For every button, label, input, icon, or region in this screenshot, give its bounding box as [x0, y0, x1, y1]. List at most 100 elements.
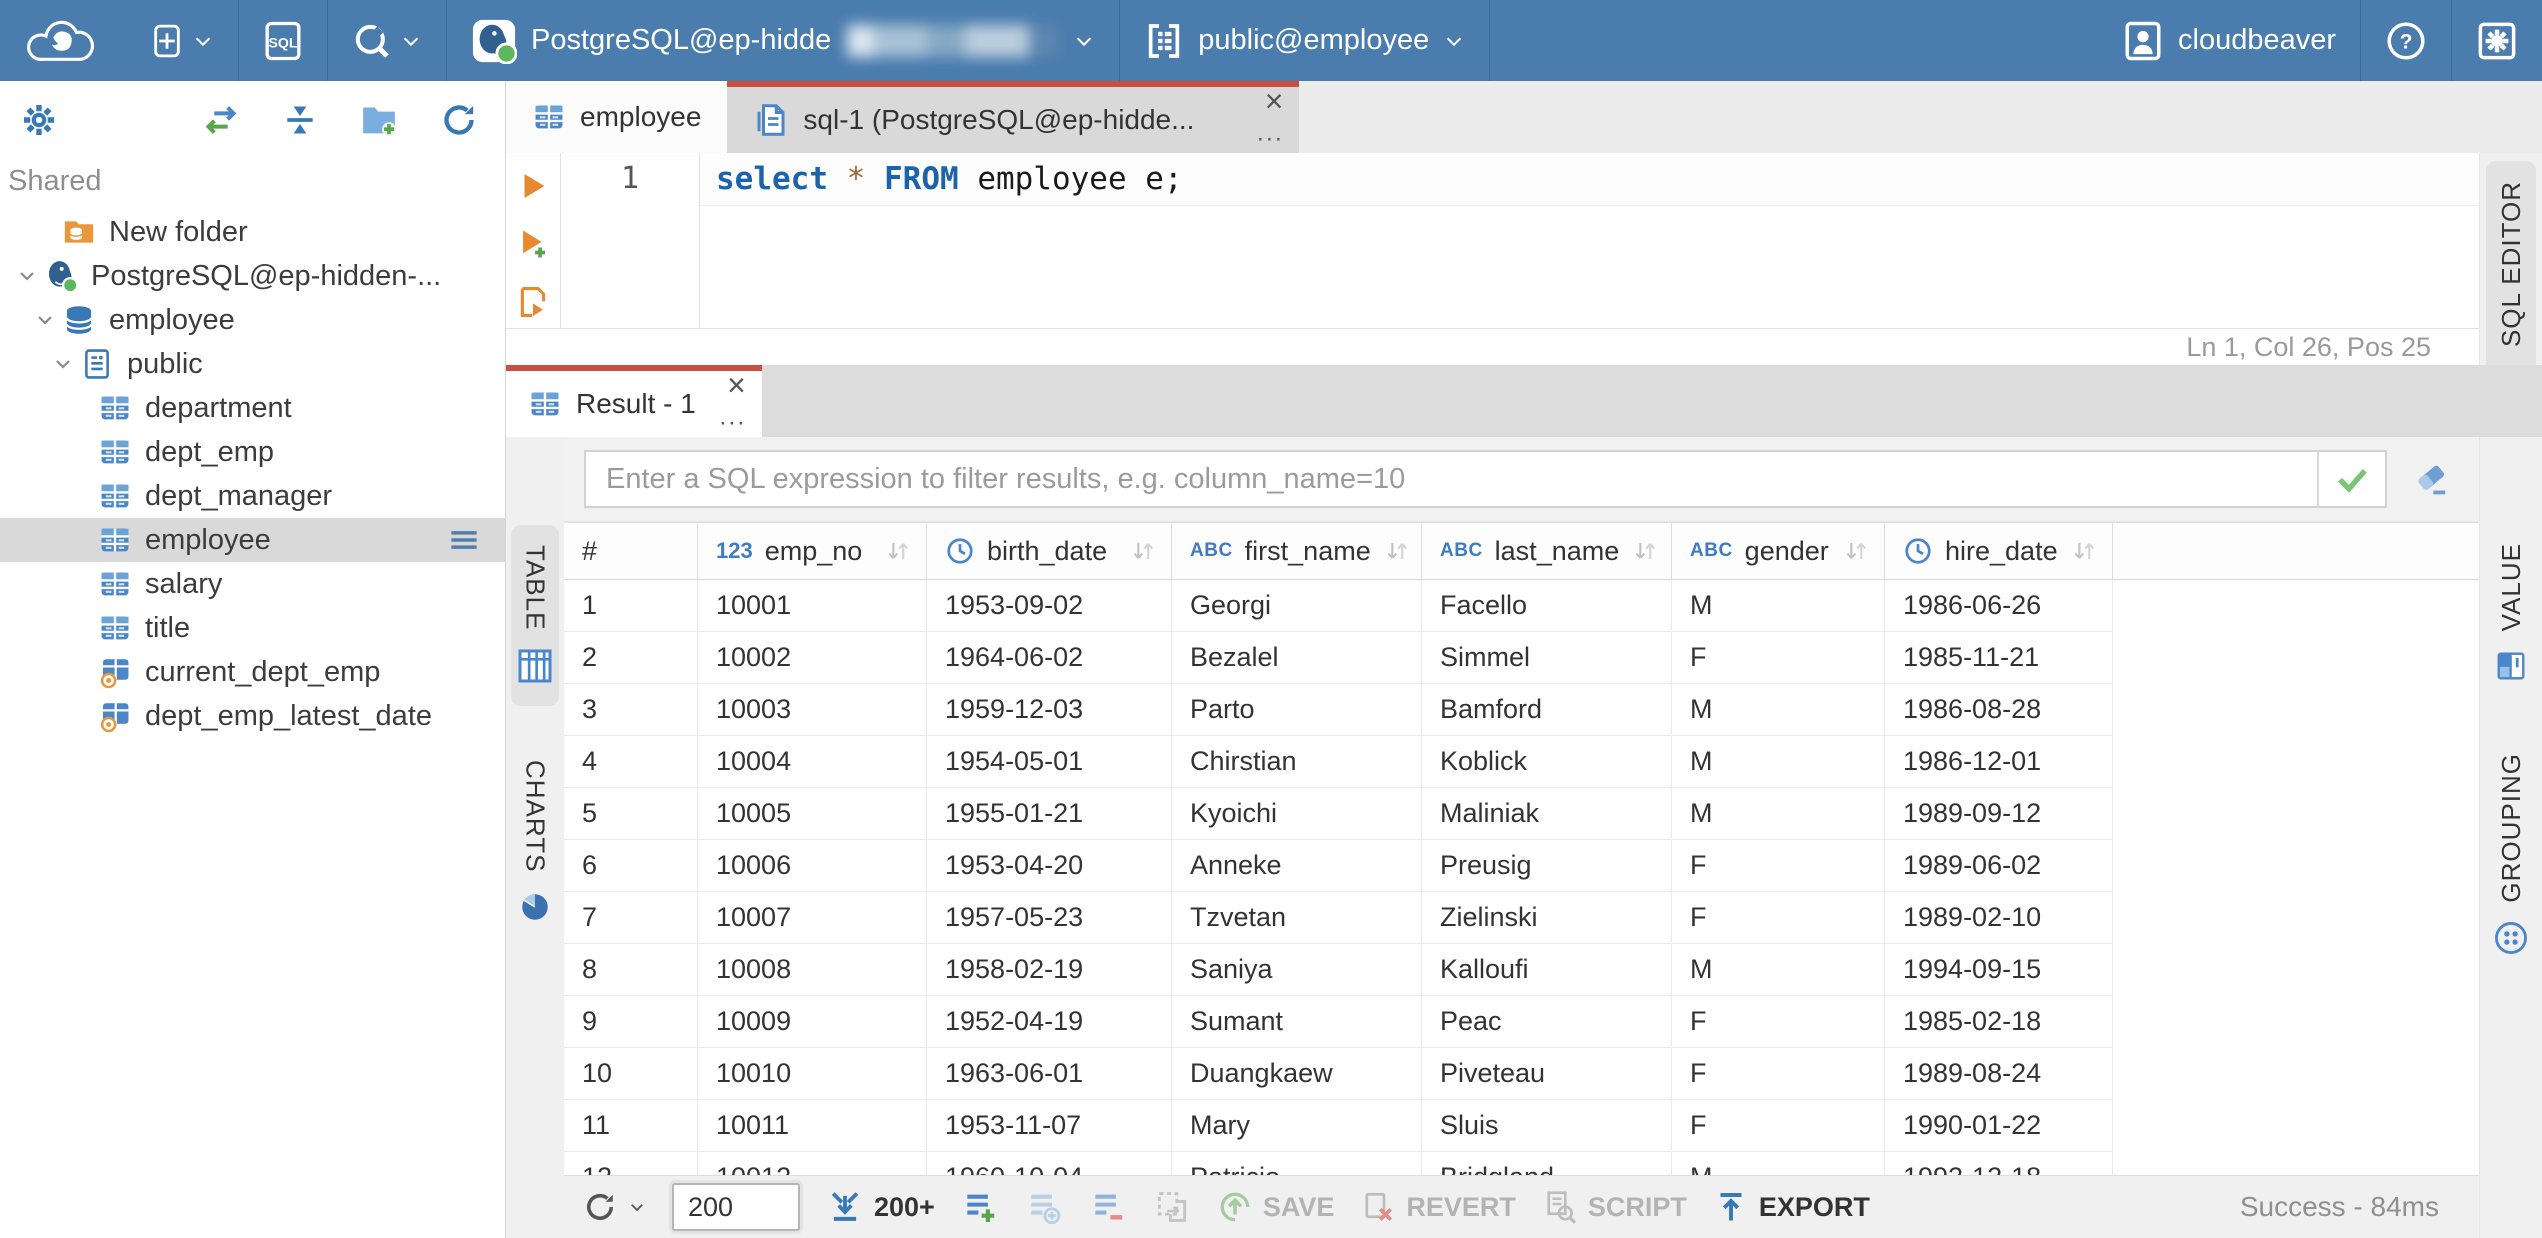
data-cell[interactable]: 10008: [698, 944, 927, 996]
data-cell[interactable]: 10002: [698, 632, 927, 684]
data-cell[interactable]: Peac: [1422, 996, 1672, 1048]
data-cell[interactable]: Preusig: [1422, 840, 1672, 892]
sql-code-line[interactable]: select * FROM employee e;: [700, 153, 2479, 206]
add-row-button[interactable]: [961, 1188, 999, 1226]
row-number-cell[interactable]: 12: [564, 1152, 698, 1175]
tree-item-department[interactable]: department: [0, 386, 505, 430]
data-cell[interactable]: 1992-12-18: [1885, 1152, 2113, 1175]
data-cell[interactable]: Kalloufi: [1422, 944, 1672, 996]
execute-script-button[interactable]: [516, 285, 550, 319]
row-number-cell[interactable]: 7: [564, 892, 698, 944]
data-cell[interactable]: Parto: [1172, 684, 1422, 736]
data-cell[interactable]: 1994-09-15: [1885, 944, 2113, 996]
execute-query-button[interactable]: [516, 169, 550, 203]
tab-sql-editor-panel[interactable]: SQL EDITOR: [2486, 161, 2536, 397]
sql-code-area[interactable]: select * FROM employee e;: [700, 153, 2479, 328]
sort-arrows-icon[interactable]: [1631, 536, 1659, 566]
tree-item-postgresql-ep-hidden-[interactable]: PostgreSQL@ep-hidden-...: [0, 254, 505, 298]
tab-charts-view[interactable]: CHARTS: [517, 740, 553, 944]
data-cell[interactable]: Chirstian: [1172, 736, 1422, 788]
expand-chevron-icon[interactable]: [28, 308, 62, 332]
refresh-tree-button[interactable]: [439, 100, 479, 140]
data-cell[interactable]: 1959-12-03: [927, 684, 1172, 736]
data-cell[interactable]: Bridgland: [1422, 1152, 1672, 1175]
data-cell[interactable]: Simmel: [1422, 632, 1672, 684]
clear-filter-button[interactable]: [2407, 460, 2455, 498]
column-header-num[interactable]: #: [564, 523, 698, 579]
delete-row-button[interactable]: [1089, 1188, 1127, 1226]
data-cell[interactable]: Saniya: [1172, 944, 1422, 996]
tree-item-dept-manager[interactable]: dept_manager: [0, 474, 505, 518]
data-cell[interactable]: 1957-05-23: [927, 892, 1172, 944]
column-header-emp_no[interactable]: 123 emp_no: [698, 523, 927, 579]
tree-item-new-folder[interactable]: New folder: [0, 210, 505, 254]
data-cell[interactable]: 1953-09-02: [927, 580, 1172, 632]
data-cell[interactable]: F: [1672, 996, 1885, 1048]
tab-more-icon[interactable]: ···: [1256, 127, 1283, 151]
data-cell[interactable]: 10003: [698, 684, 927, 736]
data-cell[interactable]: 1952-04-19: [927, 996, 1172, 1048]
schema-selector[interactable]: public@employee: [1120, 0, 1489, 81]
row-number-cell[interactable]: 8: [564, 944, 698, 996]
expand-chevron-icon[interactable]: [10, 264, 44, 288]
data-cell[interactable]: 10005: [698, 788, 927, 840]
export-button[interactable]: EXPORT: [1713, 1189, 1870, 1225]
sort-arrows-icon[interactable]: [884, 536, 912, 566]
cloudbeaver-logo[interactable]: [0, 0, 126, 81]
settings-button[interactable]: [2452, 0, 2542, 81]
close-tab-icon[interactable]: ×: [1265, 85, 1284, 117]
data-cell[interactable]: 1989-02-10: [1885, 892, 2113, 944]
data-cell[interactable]: 1963-06-01: [927, 1048, 1172, 1100]
data-cell[interactable]: 1986-12-01: [1885, 736, 2113, 788]
row-number-cell[interactable]: 4: [564, 736, 698, 788]
data-cell[interactable]: 10007: [698, 892, 927, 944]
data-cell[interactable]: Anneke: [1172, 840, 1422, 892]
data-cell[interactable]: Sluis: [1422, 1100, 1672, 1152]
data-cell[interactable]: M: [1672, 944, 1885, 996]
tree-item-dept-emp-latest-date[interactable]: dept_emp_latest_date: [0, 694, 505, 738]
tree-item-current-dept-emp[interactable]: current_dept_emp: [0, 650, 505, 694]
sync-connection-button[interactable]: [201, 100, 241, 140]
data-cell[interactable]: Georgi: [1172, 580, 1422, 632]
tab-table-view[interactable]: TABLE: [511, 525, 559, 707]
tab-employee[interactable]: employee: [506, 81, 728, 153]
sort-arrows-icon[interactable]: [1383, 536, 1411, 566]
data-cell[interactable]: 1960-10-04: [927, 1152, 1172, 1175]
data-cell[interactable]: F: [1672, 892, 1885, 944]
column-header-hire_date[interactable]: hire_date: [1885, 523, 2113, 579]
script-button[interactable]: SCRIPT: [1542, 1189, 1687, 1225]
data-cell[interactable]: 1953-04-20: [927, 840, 1172, 892]
data-cell[interactable]: M: [1672, 736, 1885, 788]
data-cell[interactable]: 10009: [698, 996, 927, 1048]
new-folder-button[interactable]: [359, 100, 399, 140]
data-cell[interactable]: 1953-11-07: [927, 1100, 1172, 1152]
data-cell[interactable]: 1989-08-24: [1885, 1048, 2113, 1100]
item-menu-icon[interactable]: [445, 521, 483, 559]
data-cell[interactable]: Bamford: [1422, 684, 1672, 736]
data-cell[interactable]: F: [1672, 1048, 1885, 1100]
new-sql-editor-button[interactable]: SQL: [239, 0, 327, 81]
sort-arrows-icon[interactable]: [1842, 536, 1870, 566]
row-number-cell[interactable]: 1: [564, 580, 698, 632]
new-connection-button[interactable]: [126, 0, 238, 81]
tab-result-1[interactable]: Result - 1 × ···: [506, 365, 762, 437]
row-number-cell[interactable]: 11: [564, 1100, 698, 1152]
data-cell[interactable]: 1986-06-26: [1885, 580, 2113, 632]
help-button[interactable]: ?: [2361, 0, 2451, 81]
data-cell[interactable]: M: [1672, 580, 1885, 632]
column-header-first_name[interactable]: ABC first_name: [1172, 523, 1422, 579]
row-number-cell[interactable]: 3: [564, 684, 698, 736]
data-cell[interactable]: M: [1672, 1152, 1885, 1175]
sort-arrows-icon[interactable]: [1129, 536, 1157, 566]
data-cell[interactable]: 10004: [698, 736, 927, 788]
tab-value-panel[interactable]: VALUE: [2492, 523, 2530, 705]
duplicate-row-button[interactable]: [1025, 1188, 1063, 1226]
apply-filter-button[interactable]: [2317, 452, 2385, 506]
column-header-gender[interactable]: ABC gender: [1672, 523, 1885, 579]
tree-item-title[interactable]: title: [0, 606, 505, 650]
data-cell[interactable]: F: [1672, 1100, 1885, 1152]
data-cell[interactable]: 1985-02-18: [1885, 996, 2113, 1048]
close-tab-icon[interactable]: ×: [727, 369, 746, 401]
data-cell[interactable]: Sumant: [1172, 996, 1422, 1048]
column-header-last_name[interactable]: ABC last_name: [1422, 523, 1672, 579]
